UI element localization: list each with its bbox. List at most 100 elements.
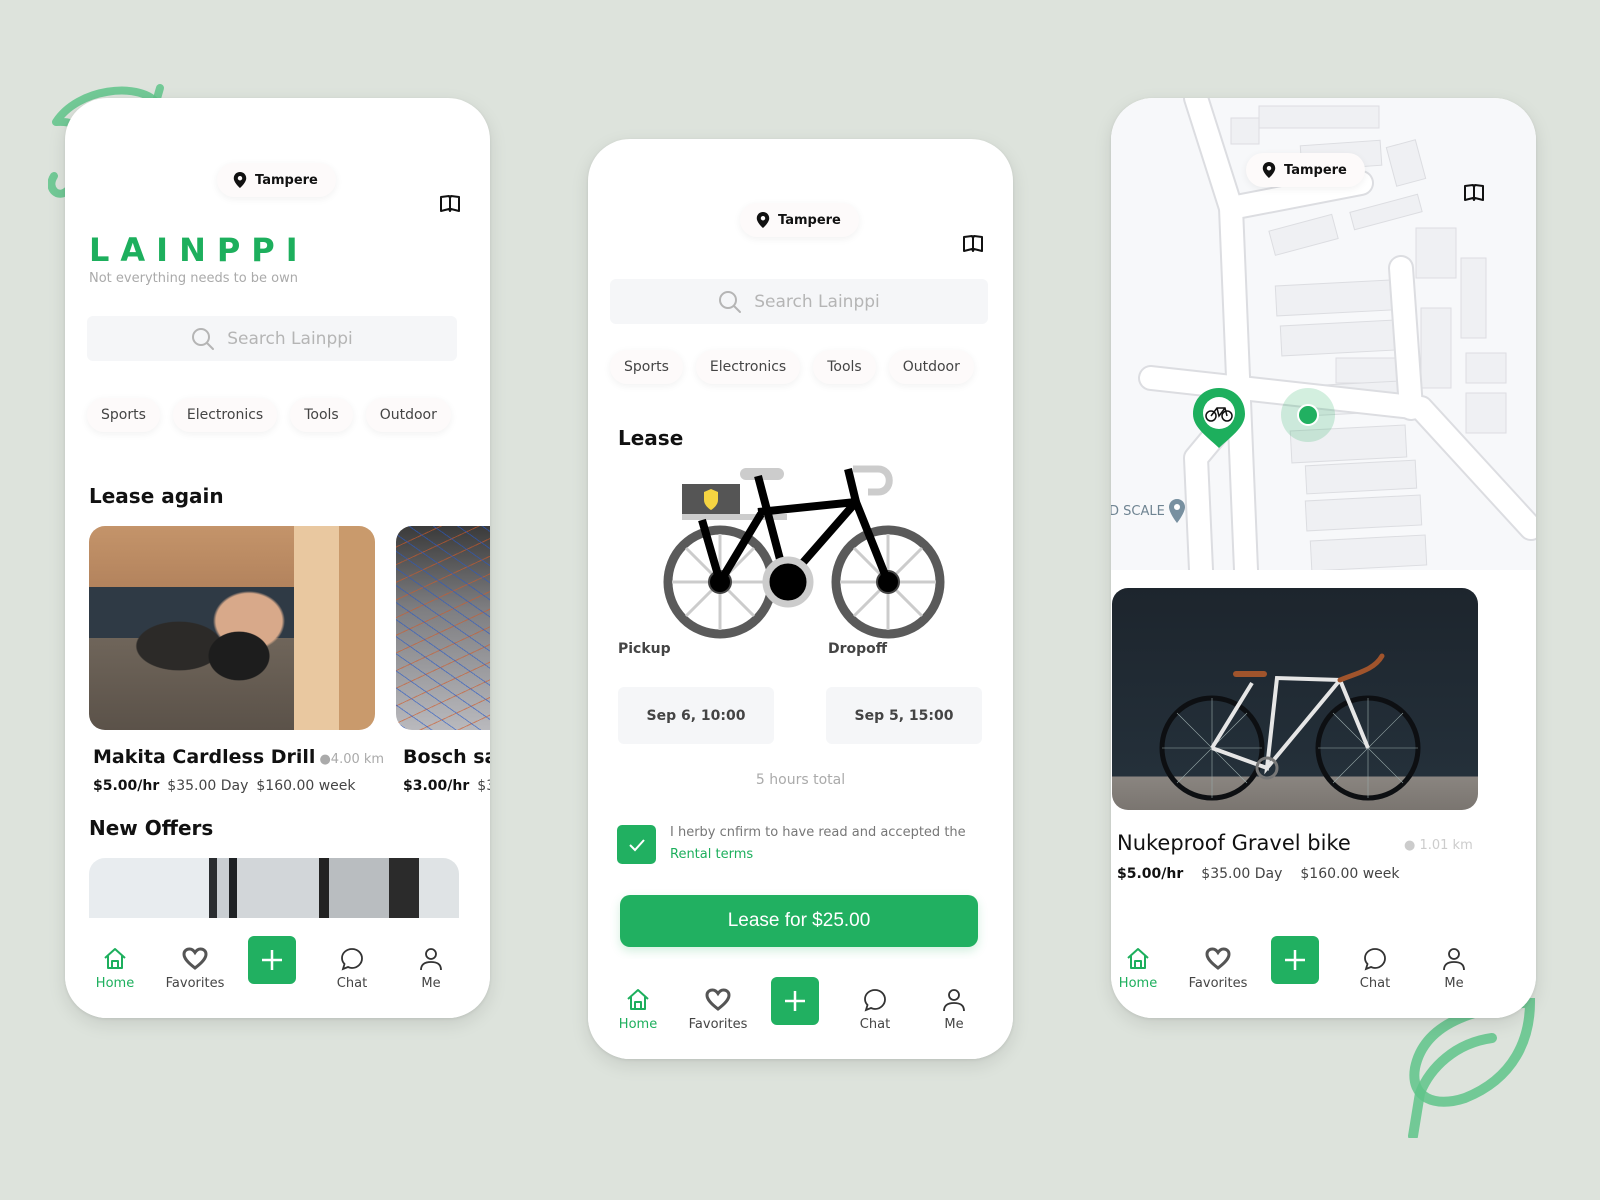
item-title[interactable]: Makita Cardless Drill ●4.00 km <box>93 746 384 768</box>
pin-small-icon: ● <box>1404 838 1416 853</box>
chat-icon <box>341 948 363 971</box>
nav-favorites-label: Favorites <box>165 976 225 991</box>
leaf-logo-icon <box>1408 998 1536 1138</box>
nav-favorites[interactable]: Favorites <box>160 946 230 991</box>
dropoff-date-field[interactable]: Sep 5, 15:00 <box>826 687 982 744</box>
item-prices-2: $3.00/hr $3 <box>403 778 490 794</box>
current-location-dot <box>1297 404 1319 426</box>
electronics-image[interactable] <box>396 526 490 730</box>
lease-screen: Tampere Search Lainppi Sports Electronic… <box>588 139 1013 1059</box>
location-label: Tampere <box>255 172 318 188</box>
nav-me[interactable]: Me <box>919 987 989 1032</box>
location-pin-icon <box>756 212 770 228</box>
nav-me-label: Me <box>944 1017 964 1032</box>
location-selector[interactable]: Tampere <box>740 203 859 237</box>
search-placeholder: Search Lainppi <box>227 328 353 349</box>
lease-button[interactable]: Lease for $25.00 <box>620 895 978 947</box>
nav-home-label: Home <box>618 1017 658 1032</box>
book-icon[interactable] <box>962 234 984 254</box>
brand-tagline: Not everything needs to be own <box>89 271 298 286</box>
price-day: $35.00 Day <box>167 778 249 794</box>
book-icon[interactable] <box>439 194 461 214</box>
new-offers-heading: New Offers <box>89 816 214 840</box>
map-poi-label: D SCALE <box>1111 503 1165 519</box>
home-icon <box>1127 948 1149 969</box>
heart-icon <box>705 988 731 1011</box>
chainring <box>762 556 814 608</box>
bike-map-pin[interactable] <box>1191 386 1247 450</box>
nav-home-label: Home <box>95 976 135 991</box>
bicycle-illustration <box>663 465 945 639</box>
add-listing-button[interactable] <box>248 936 296 984</box>
terms-text: I herby cnfirm to have read and accepted… <box>670 822 980 866</box>
item-title-2[interactable]: Bosch sa <box>403 746 490 768</box>
item-prices: $5.00/hr $35.00 Day $160.00 week <box>93 778 356 794</box>
price-week: $160.00 week <box>256 778 356 794</box>
bottom-nav: Home Favorites Chat Me <box>588 959 1013 1059</box>
price-day: $35.00 Day <box>1201 866 1283 882</box>
pickup-label: Pickup <box>618 641 671 657</box>
brand-logo: LAINPPI <box>89 231 309 269</box>
add-listing-button[interactable] <box>771 977 819 1025</box>
price-week: $160.00 week <box>1300 866 1400 882</box>
search-input[interactable]: Search Lainppi <box>610 279 988 324</box>
map-poi[interactable]: D SCALE <box>1111 498 1186 524</box>
handlebar <box>853 465 893 496</box>
location-selector[interactable]: Tampere <box>217 163 336 197</box>
terms-checkbox[interactable] <box>617 825 656 864</box>
rental-terms-link[interactable]: Rental terms <box>670 847 753 862</box>
category-chip-outdoor[interactable]: Outdoor <box>888 350 974 384</box>
category-chip-tools[interactable]: Tools <box>290 398 353 432</box>
category-chips: Sports Electronics Tools Outdoor <box>610 350 974 384</box>
nav-home-label: Home <box>1118 976 1158 991</box>
dropoff-label: Dropoff <box>828 641 888 657</box>
price-hour: $5.00/hr <box>93 778 160 794</box>
nav-me-label: Me <box>421 976 441 991</box>
bike-photo-illustration <box>1159 653 1421 801</box>
price-hour: $3.00/hr <box>403 778 470 794</box>
search-input[interactable]: Search Lainppi <box>87 316 457 361</box>
nav-chat-label: Chat <box>336 976 368 991</box>
nav-favorites[interactable]: Favorites <box>683 987 753 1032</box>
nav-chat[interactable]: Chat <box>317 946 387 991</box>
item-title[interactable]: Nukeproof Gravel bike <box>1117 831 1351 855</box>
search-icon <box>719 290 742 313</box>
location-selector[interactable]: Tampere <box>1246 153 1365 187</box>
nav-me[interactable]: Me <box>396 946 466 991</box>
add-listing-button[interactable] <box>1271 936 1319 984</box>
category-chip-tools[interactable]: Tools <box>813 350 876 384</box>
book-icon[interactable] <box>1463 183 1485 203</box>
check-icon <box>628 838 645 851</box>
nav-favorites-label: Favorites <box>1188 976 1248 991</box>
plus-icon <box>1285 950 1305 970</box>
category-chip-outdoor[interactable]: Outdoor <box>365 398 451 432</box>
location-label: Tampere <box>778 212 841 228</box>
chat-icon <box>1364 948 1386 971</box>
total-hours: 5 hours total <box>755 772 846 788</box>
category-chip-sports[interactable]: Sports <box>87 398 160 432</box>
user-icon <box>1443 948 1465 971</box>
search-icon <box>192 327 215 350</box>
nav-home[interactable]: Home <box>1111 946 1173 991</box>
nav-home[interactable]: Home <box>603 987 673 1032</box>
category-chip-sports[interactable]: Sports <box>610 350 683 384</box>
nav-me[interactable]: Me <box>1419 946 1489 991</box>
nav-home[interactable]: Home <box>80 946 150 991</box>
heart-icon <box>182 947 208 970</box>
bottom-nav: Home Favorites Chat Me <box>65 918 490 1018</box>
nav-chat[interactable]: Chat <box>840 987 910 1032</box>
price-day: $3 <box>477 778 490 794</box>
home-icon <box>104 948 126 969</box>
nav-favorites[interactable]: Favorites <box>1183 946 1253 991</box>
bike-photo[interactable] <box>1112 588 1478 810</box>
category-chip-electronics[interactable]: Electronics <box>695 350 801 384</box>
map-poi-pin-icon <box>1168 499 1185 523</box>
distance-value: 1.01 km <box>1419 838 1473 853</box>
map-view[interactable]: Tampere D SCALE <box>1111 98 1536 570</box>
category-chip-electronics[interactable]: Electronics <box>172 398 278 432</box>
item-prices: $5.00/hr $35.00 Day $160.00 week <box>1117 866 1400 882</box>
nav-chat[interactable]: Chat <box>1340 946 1410 991</box>
location-pin-icon <box>233 172 247 188</box>
drill-image[interactable] <box>89 526 375 730</box>
pickup-date-field[interactable]: Sep 6, 10:00 <box>618 687 774 744</box>
